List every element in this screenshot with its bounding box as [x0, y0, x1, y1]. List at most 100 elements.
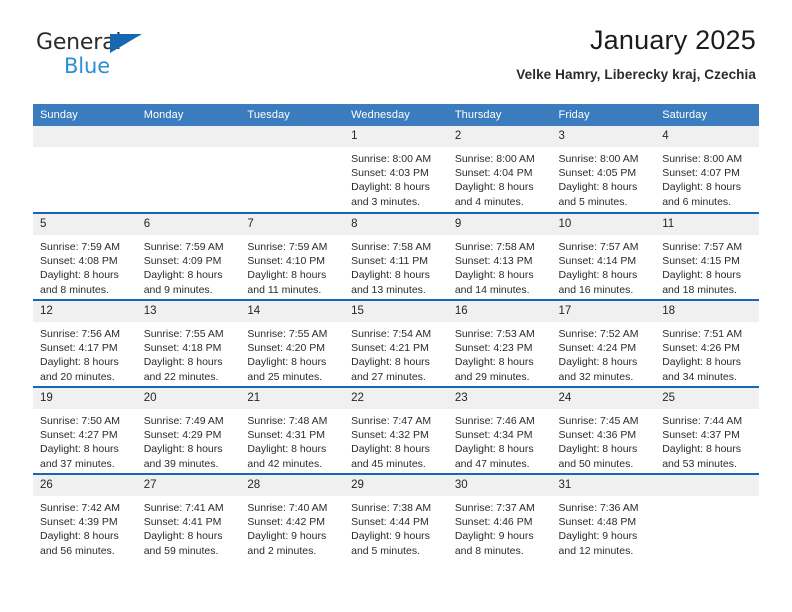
sunrise-text: Sunrise: 7:36 AM — [558, 502, 639, 514]
daylight-text: and 59 minutes. — [143, 544, 219, 557]
sunrise-text: Sunrise: 7:55 AM — [143, 328, 224, 340]
calendar-day-cell[interactable]: 21 Sunrise: 7:48 AM Sunset: 4:31 PM Dayligh… — [240, 386, 345, 474]
daylight-text: Daylight: 8 hours — [40, 269, 119, 282]
daylight-text: Daylight: 8 hours — [143, 356, 223, 369]
day-number — [655, 475, 759, 496]
calendar-day-cell[interactable]: 24 Sunrise: 7:45 AM Sunset: 4:36 PM Dayligh… — [551, 386, 656, 474]
calendar-day-cell[interactable]: 27 Sunrise: 7:41 AM Sunset: 4:41 PM Dayligh… — [136, 473, 241, 561]
calendar-day-cell[interactable]: 25 Sunrise: 7:44 AM Sunset: 4:37 PM Dayligh… — [655, 386, 759, 474]
daylight-text: and 20 minutes. — [40, 370, 115, 383]
day-details: Sunrise: 7:45 AM Sunset: 4:36 PM Daylight:… — [552, 409, 656, 471]
daylight-text: and 9 minutes. — [143, 283, 213, 296]
sunset-text: Sunset: 4:36 PM — [558, 429, 637, 442]
sunrise-text: Sunrise: 8:00 AM — [454, 153, 535, 165]
day-number: 2 — [447, 126, 552, 147]
daylight-text: and 6 minutes. — [662, 195, 732, 208]
calendar-day-cell[interactable]: 13 Sunrise: 7:55 AM Sunset: 4:18 PM Dayligh… — [136, 299, 241, 387]
day-number: 30 — [447, 475, 552, 496]
calendar-day-cell[interactable]: 7 Sunrise: 7:59 AM Sunset: 4:10 PM Daylight… — [240, 212, 345, 300]
general-blue-logo: General Blue — [36, 30, 142, 77]
calendar-day-cell[interactable]: 23 Sunrise: 7:46 AM Sunset: 4:34 PM Dayligh… — [447, 386, 552, 474]
day-number: 11 — [655, 214, 759, 235]
calendar-day-cell[interactable]: 26 Sunrise: 7:42 AM Sunset: 4:39 PM Dayligh… — [33, 473, 137, 561]
day-details: Sunrise: 7:41 AM Sunset: 4:41 PM Daylight:… — [137, 496, 241, 558]
daylight-text: and 32 minutes. — [558, 370, 634, 383]
day-details: Sunrise: 7:55 AM Sunset: 4:18 PM Daylight:… — [137, 322, 241, 384]
day-number: 25 — [655, 388, 759, 409]
calendar-day-cell[interactable]: 17 Sunrise: 7:52 AM Sunset: 4:24 PM Dayligh… — [551, 299, 656, 387]
weekday-header-monday: Monday — [136, 104, 241, 126]
day-details: Sunrise: 7:46 AM Sunset: 4:34 PM Daylight:… — [448, 409, 552, 471]
calendar-day-cell[interactable]: 2 Sunrise: 8:00 AM Sunset: 4:04 PM Daylight… — [447, 126, 552, 213]
daylight-text: Daylight: 8 hours — [40, 530, 119, 543]
day-details: Sunrise: 7:42 AM Sunset: 4:39 PM Daylight:… — [33, 496, 137, 558]
calendar-day-cell[interactable]: 1 Sunrise: 8:00 AM Sunset: 4:03 PM Daylight… — [344, 126, 448, 213]
sunset-text: Sunset: 4:48 PM — [558, 516, 637, 529]
calendar-day-cell[interactable]: 31 Sunrise: 7:36 AM Sunset: 4:48 PM Dayligh… — [551, 473, 656, 561]
sunrise-text: Sunrise: 7:57 AM — [662, 241, 743, 253]
weekday-header-friday: Friday — [551, 104, 656, 126]
calendar-day-cell[interactable]: 10 Sunrise: 7:57 AM Sunset: 4:14 PM Dayligh… — [551, 212, 656, 300]
calendar-day-cell[interactable]: 4 Sunrise: 8:00 AM Sunset: 4:07 PM Daylight… — [655, 126, 759, 213]
daylight-text: and 53 minutes. — [662, 457, 737, 470]
calendar-day-cell[interactable]: 14 Sunrise: 7:55 AM Sunset: 4:20 PM Dayligh… — [240, 299, 345, 387]
calendar-day-cell[interactable]: 15 Sunrise: 7:54 AM Sunset: 4:21 PM Dayligh… — [344, 299, 448, 387]
day-details: Sunrise: 7:51 AM Sunset: 4:26 PM Daylight:… — [655, 322, 759, 384]
sunrise-text: Sunrise: 7:51 AM — [662, 328, 743, 340]
sunrise-text: Sunrise: 7:58 AM — [454, 241, 535, 253]
daylight-text: and 45 minutes. — [351, 457, 426, 470]
daylight-text: and 37 minutes. — [40, 457, 115, 470]
day-number: 5 — [33, 214, 137, 235]
calendar-day-cell[interactable]: 12 Sunrise: 7:56 AM Sunset: 4:17 PM Dayligh… — [33, 299, 137, 387]
calendar-day-cell[interactable]: 30 Sunrise: 7:37 AM Sunset: 4:46 PM Dayligh… — [447, 473, 552, 561]
daylight-text: and 18 minutes. — [662, 283, 737, 296]
calendar-day-cell[interactable]: 6 Sunrise: 7:59 AM Sunset: 4:09 PM Daylight… — [136, 212, 241, 300]
calendar-day-cell[interactable]: 18 Sunrise: 7:51 AM Sunset: 4:26 PM Dayligh… — [655, 299, 759, 387]
sunrise-text: Sunrise: 7:50 AM — [40, 415, 120, 427]
calendar-day-cell[interactable]: 29 Sunrise: 7:38 AM Sunset: 4:44 PM Dayligh… — [344, 473, 448, 561]
calendar-day-cell[interactable]: 22 Sunrise: 7:47 AM Sunset: 4:32 PM Dayligh… — [344, 386, 448, 474]
calendar-day-cell[interactable]: 5 Sunrise: 7:59 AM Sunset: 4:08 PM Daylight… — [33, 212, 137, 300]
sunrise-text: Sunrise: 7:59 AM — [40, 241, 120, 253]
day-number: 31 — [551, 475, 656, 496]
daylight-text: and 27 minutes. — [351, 370, 426, 383]
day-number: 18 — [655, 301, 759, 322]
calendar-day-cell[interactable]: 16 Sunrise: 7:53 AM Sunset: 4:23 PM Dayligh… — [447, 299, 552, 387]
daylight-text: Daylight: 8 hours — [143, 443, 223, 456]
calendar-day-cell[interactable]: 20 Sunrise: 7:49 AM Sunset: 4:29 PM Dayligh… — [136, 386, 241, 474]
daylight-text: Daylight: 8 hours — [662, 356, 742, 369]
calendar-day-cell[interactable]: 11 Sunrise: 7:57 AM Sunset: 4:15 PM Dayligh… — [655, 212, 759, 300]
day-number: 19 — [33, 388, 137, 409]
sunset-text: Sunset: 4:39 PM — [40, 516, 118, 529]
title-block: January 2025 Velke Hamry, Liberecky kraj… — [36, 0, 756, 81]
sunset-text: Sunset: 4:23 PM — [454, 342, 533, 355]
calendar-day-cell[interactable]: 3 Sunrise: 8:00 AM Sunset: 4:05 PM Daylight… — [551, 126, 656, 213]
calendar-day-cell[interactable]: 9 Sunrise: 7:58 AM Sunset: 4:13 PM Daylight… — [447, 212, 552, 300]
calendar-week-row: 12 Sunrise: 7:56 AM Sunset: 4:17 PM Dayligh… — [33, 299, 759, 387]
sunset-text: Sunset: 4:05 PM — [558, 167, 637, 180]
day-details: Sunrise: 7:38 AM Sunset: 4:44 PM Daylight:… — [344, 496, 448, 558]
day-number: 26 — [33, 475, 137, 496]
daylight-text: and 47 minutes. — [454, 457, 530, 470]
day-details: Sunrise: 7:57 AM Sunset: 4:15 PM Daylight:… — [655, 235, 759, 297]
sunset-text: Sunset: 4:11 PM — [351, 255, 428, 268]
daylight-text: Daylight: 8 hours — [558, 269, 638, 282]
day-details: Sunrise: 7:53 AM Sunset: 4:23 PM Daylight:… — [448, 322, 552, 384]
calendar-empty-cell — [33, 126, 137, 213]
logo-text-general: General — [36, 30, 122, 55]
calendar-day-cell[interactable]: 28 Sunrise: 7:40 AM Sunset: 4:42 PM Dayligh… — [240, 473, 345, 561]
daylight-text: Daylight: 8 hours — [662, 269, 742, 282]
daylight-text: Daylight: 9 hours — [558, 530, 638, 543]
sunrise-text: Sunrise: 7:52 AM — [558, 328, 639, 340]
sunset-text: Sunset: 4:42 PM — [247, 516, 326, 529]
page-header: General Blue January 2025 Velke Hamry, L… — [0, 0, 792, 81]
calendar-empty-cell — [240, 126, 345, 213]
sunrise-text: Sunrise: 7:46 AM — [454, 415, 535, 427]
calendar-day-cell[interactable]: 19 Sunrise: 7:50 AM Sunset: 4:27 PM Dayligh… — [33, 386, 137, 474]
sunrise-text: Sunrise: 7:58 AM — [351, 241, 432, 253]
daylight-text: Daylight: 8 hours — [351, 356, 430, 369]
calendar-day-cell[interactable]: 8 Sunrise: 7:58 AM Sunset: 4:11 PM Daylight… — [344, 212, 448, 300]
day-number — [240, 126, 345, 147]
daylight-text: Daylight: 9 hours — [351, 530, 430, 543]
day-number: 20 — [136, 388, 241, 409]
